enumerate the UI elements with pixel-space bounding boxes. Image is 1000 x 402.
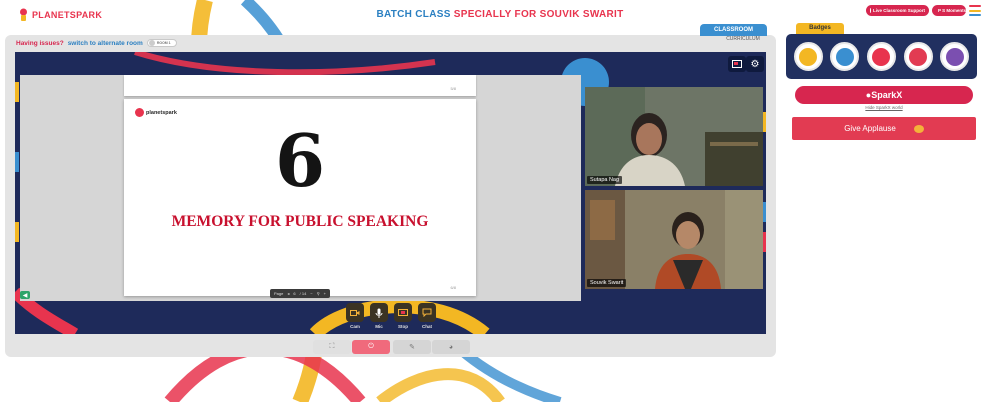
classroom-page: PLANETSPARK BATCH CLASS SPECIALLY FOR SO… <box>0 0 1000 402</box>
zoom-out-icon[interactable]: − <box>310 291 312 296</box>
palette-button[interactable]: ◕ <box>432 340 470 354</box>
current-page-number: 6/8 <box>450 285 456 290</box>
screen-share-icon[interactable] <box>728 56 746 72</box>
alternate-room-bar: Having issues? switch to alternate room … <box>16 39 177 47</box>
page-title: BATCH CLASS SPECIALLY FOR SOUVIK SWARIT <box>300 9 700 20</box>
camera-icon <box>350 309 360 316</box>
stop-label: Stop <box>398 324 408 329</box>
badge-star-icon[interactable] <box>940 42 970 71</box>
badges-tab[interactable]: Badges <box>796 23 844 34</box>
microphone-button[interactable] <box>370 303 388 322</box>
palette-icon: ◕ <box>448 343 454 351</box>
sparkx-button[interactable]: ●SparkX <box>795 86 973 104</box>
support-icon <box>870 8 871 13</box>
hide-sparkx-link[interactable]: Hide SparkX world <box>795 105 973 110</box>
badge-champion-icon[interactable] <box>830 42 860 71</box>
speaker-icon[interactable]: ◀ <box>20 291 30 299</box>
slide-title: MEMORY FOR PUBLIC SPEAKING <box>171 213 429 230</box>
badge-gift-icon[interactable] <box>903 42 933 71</box>
microphone-icon <box>375 308 383 318</box>
current-slide: planetspark 6 MEMORY FOR PUBLIC SPEAKING… <box>124 99 476 296</box>
leave-class-button[interactable]: ⏻ <box>352 340 390 354</box>
switch-room-link[interactable]: switch to alternate room <box>68 40 143 47</box>
pen-button[interactable]: ✎ <box>393 340 431 354</box>
pager-total: / 14 <box>299 291 307 296</box>
menu-icon[interactable] <box>969 5 981 16</box>
title-student: SPECIALLY FOR SOUVIK SWARIT <box>453 9 624 20</box>
room-label: ROOM 1 <box>156 41 171 45</box>
stop-share-icon <box>398 308 408 316</box>
teacher-video <box>585 87 763 186</box>
toggle-knob <box>148 40 155 46</box>
badge-speaker-icon[interactable] <box>866 42 896 71</box>
sparkx-label: SparkX <box>871 90 903 100</box>
slide-pager: Page ◂ 6 / 14 − ⚲ + <box>270 289 330 298</box>
gear-icon[interactable]: ⚙ <box>746 56 764 72</box>
camera-button[interactable] <box>346 303 364 322</box>
logo-text: PLANETSPARK <box>32 10 103 20</box>
video-tile-student[interactable]: Souvik Swarit <box>585 190 763 289</box>
microphone-label: Mic <box>375 324 383 329</box>
chat-button[interactable] <box>418 303 436 322</box>
camera-label: Cam <box>350 324 360 329</box>
title-batch: BATCH CLASS <box>376 9 454 20</box>
prev-page-number: 5/8 <box>450 86 456 91</box>
planetspark-logo[interactable]: PLANETSPARK <box>18 8 102 22</box>
support-label: Live Classroom Support <box>872 8 925 13</box>
badges-panel <box>786 34 977 79</box>
ps-moments-button[interactable]: P S Moments <box>932 5 966 16</box>
participant-name: Sutapa Nag <box>587 176 623 184</box>
participant-name: Souvik Swarit <box>587 279 627 287</box>
slide-number: 6 <box>274 118 326 203</box>
rocket-icon <box>20 8 27 21</box>
applause-label: Give Applause <box>844 124 896 133</box>
slide-logo-text: planetspark <box>146 109 177 116</box>
previous-slide-page: 5/8 <box>124 75 476 96</box>
zoom-icon[interactable]: ⚲ <box>317 291 320 296</box>
live-support-button[interactable]: Live Classroom Support <box>866 5 929 16</box>
tab-classroom[interactable]: CLASSROOM <box>700 24 767 36</box>
issues-question: Having issues? <box>16 39 64 47</box>
room-toggle[interactable]: ROOM 1 <box>146 39 177 47</box>
pager-label: Page <box>274 291 284 296</box>
planetspark-mark-icon <box>135 108 144 117</box>
video-tile-teacher[interactable]: Sutapa Nag <box>585 87 763 186</box>
tab-curriculum[interactable]: CURRICULUM <box>718 36 768 42</box>
moments-label: P S Moments <box>938 8 967 13</box>
pager-prev-icon[interactable]: ◂ <box>287 291 289 296</box>
fullscreen-icon: ⛶ <box>329 343 335 350</box>
clap-icon <box>913 124 924 133</box>
student-video <box>585 190 763 289</box>
chat-label: Chat <box>422 324 432 329</box>
power-icon: ⏻ <box>368 343 374 350</box>
give-applause-button[interactable]: Give Applause <box>792 117 976 140</box>
badge-trophy-icon[interactable] <box>793 42 823 71</box>
pager-page-input[interactable]: 6 <box>293 291 295 296</box>
fullscreen-button[interactable]: ⛶ <box>313 340 351 354</box>
stop-button[interactable] <box>394 303 412 322</box>
chat-bubble-icon <box>422 308 432 317</box>
slide-logo: planetspark <box>135 108 177 117</box>
pen-icon: ✎ <box>409 344 415 351</box>
zoom-in-icon[interactable]: + <box>324 291 326 296</box>
